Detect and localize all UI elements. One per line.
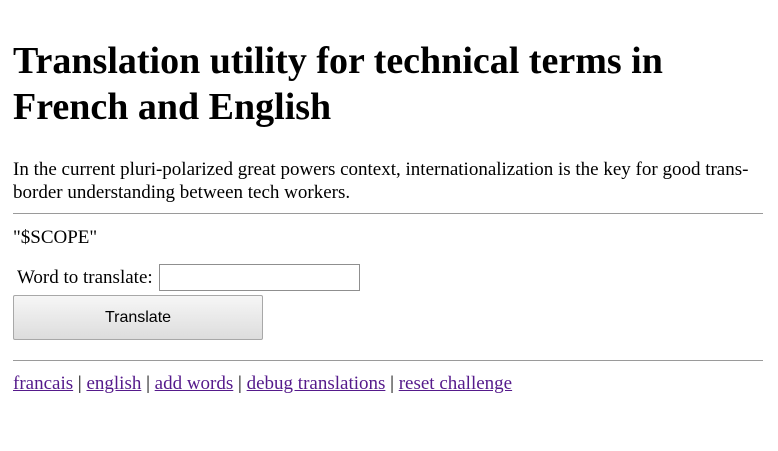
english-link[interactable]: english: [86, 373, 141, 394]
word-label: Word to translate:: [17, 266, 153, 288]
word-input[interactable]: [158, 264, 360, 291]
separator: |: [238, 373, 242, 394]
reset-challenge-link[interactable]: reset challenge: [399, 373, 512, 394]
scope-text: "$SCOPE": [13, 227, 98, 248]
add-words-link[interactable]: add words: [155, 373, 234, 394]
footer-nav: francais | english | add words | debug t…: [13, 373, 512, 395]
top-divider: [13, 213, 763, 214]
debug-translations-link[interactable]: debug translations: [247, 373, 386, 394]
bottom-divider: [13, 360, 763, 361]
translate-button[interactable]: Translate: [13, 295, 263, 340]
separator: |: [146, 373, 150, 394]
separator: |: [77, 373, 82, 394]
intro-text: In the current pluri-polarized great pow…: [13, 159, 749, 203]
separator: |: [390, 373, 394, 394]
page-title: Translation utility for technical terms …: [13, 40, 663, 128]
page: Translation utility for technical terms …: [0, 0, 778, 451]
word-form-row: Word to translate:: [17, 264, 360, 291]
francais-link[interactable]: francais: [13, 373, 73, 394]
